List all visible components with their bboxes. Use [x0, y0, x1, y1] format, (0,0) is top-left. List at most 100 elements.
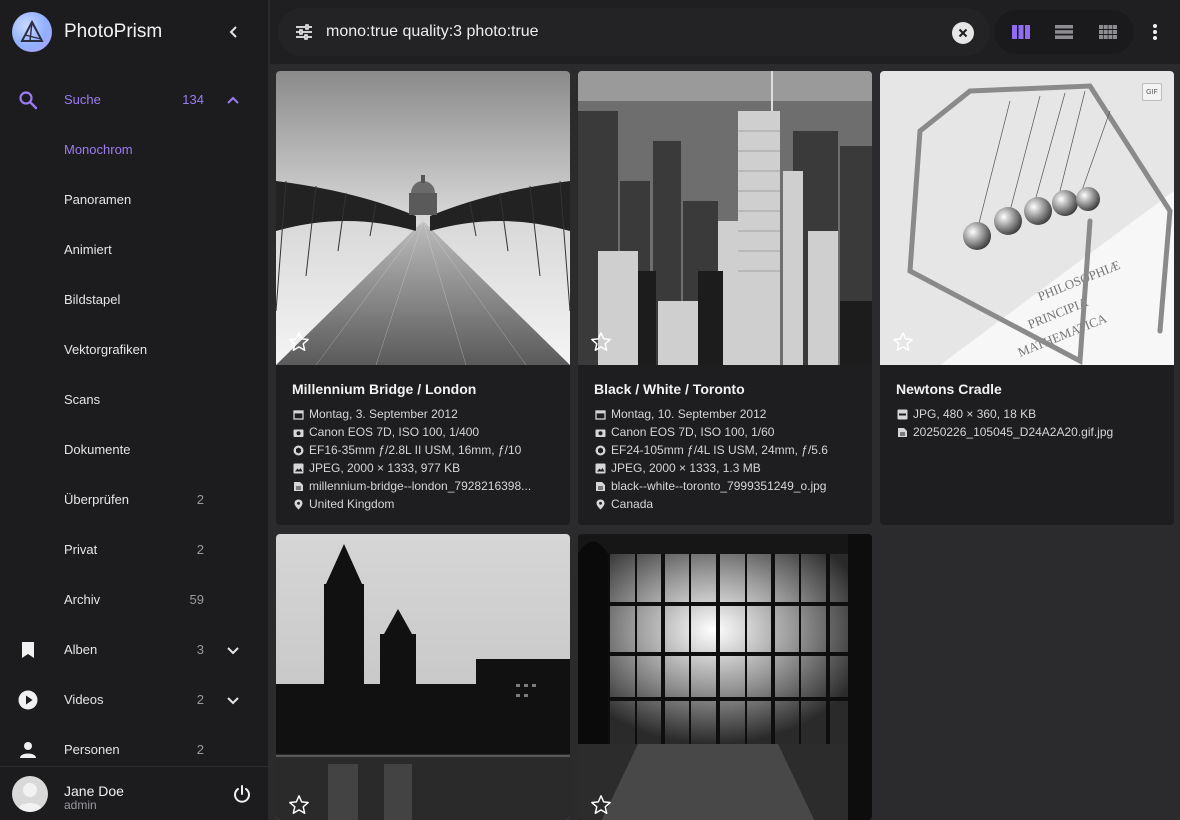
- photo-meta: Montag, 3. September 2012 Canon EOS 7D, I…: [292, 405, 562, 513]
- photo-meta-text: millennium-bridge--london_7928216398...: [309, 479, 532, 493]
- photo-meta-row: Montag, 3. September 2012: [292, 405, 562, 423]
- prism-logo-icon[interactable]: [12, 12, 52, 52]
- sidebar-item-label: Privat: [64, 542, 98, 557]
- photo-thumbnail[interactable]: [276, 71, 570, 365]
- view-mode-toggle: [994, 10, 1134, 54]
- photo-meta-row: EF16-35mm ƒ/2.8L II USM, 16mm, ƒ/10: [292, 441, 562, 459]
- photo-thumbnail[interactable]: [578, 534, 872, 820]
- photo-meta-text: JPG, 480 × 360, 18 KB: [913, 407, 1037, 421]
- photo-thumbnail[interactable]: [276, 534, 570, 820]
- photo-title[interactable]: Newtons Cradle: [896, 381, 1002, 397]
- sidebar-item-label: Panoramen: [64, 192, 132, 207]
- sidebar-item-count: 2: [196, 742, 204, 757]
- filter-settings-icon[interactable]: [292, 20, 316, 44]
- search-input[interactable]: [326, 22, 926, 42]
- photo-title[interactable]: Black / White / Toronto: [594, 381, 745, 397]
- gif-file-icon: [896, 408, 908, 420]
- mosaic-view-button[interactable]: [1096, 20, 1120, 44]
- photo-thumbnail[interactable]: [578, 71, 872, 365]
- more-options-button[interactable]: [1143, 20, 1167, 44]
- favorite-star-icon[interactable]: [288, 331, 310, 353]
- favorite-star-icon[interactable]: [590, 331, 612, 353]
- photo-title[interactable]: Millennium Bridge / London: [292, 381, 476, 397]
- sidebar-item-vektorgrafiken[interactable]: Vektorgrafiken: [0, 325, 268, 375]
- file-icon: [594, 480, 606, 492]
- sidebar-item-label: Suche: [64, 92, 101, 107]
- sidebar-item-count: 134: [182, 92, 204, 107]
- sidebar-item-privat[interactable]: Privat 2: [0, 525, 268, 575]
- sidebar-item-archiv[interactable]: Archiv 59: [0, 575, 268, 625]
- sidebar-item-scans[interactable]: Scans: [0, 375, 268, 425]
- favorite-star-icon[interactable]: [590, 794, 612, 816]
- sidebar: PhotoPrism Suche 134 Monochrom Panoramen Ani…: [0, 0, 269, 820]
- cards-view-button[interactable]: [1009, 20, 1033, 44]
- photo-meta-text: Canon EOS 7D, ISO 100, 1/60: [611, 425, 775, 439]
- person-icon: [16, 738, 40, 762]
- photo-meta: Montag, 10. September 2012 Canon EOS 7D, …: [594, 405, 864, 513]
- favorite-star-icon[interactable]: [288, 794, 310, 816]
- more-vertical-icon: [1153, 24, 1157, 40]
- photo-meta-text: 20250226_105045_D24A2A20.gif.jpg: [913, 425, 1114, 439]
- photo-meta: JPG, 480 × 360, 18 KB 20250226_105045_D24…: [896, 405, 1166, 441]
- sidebar-item-videos[interactable]: Videos 2: [0, 675, 268, 725]
- sidebar-item-monochrom[interactable]: Monochrom: [0, 125, 268, 175]
- search-icon: [16, 88, 40, 112]
- photo-thumbnail[interactable]: PHILOSOPHIÆ PRINCIPIA MATHEMATICA: [880, 71, 1174, 365]
- chevron-left-icon: [229, 26, 237, 38]
- app-title: PhotoPrism: [64, 21, 163, 42]
- sidebar-item-suche[interactable]: Suche 134: [0, 75, 268, 125]
- user-bar[interactable]: Jane Doe admin: [0, 766, 268, 820]
- sidebar-item-bildstapel[interactable]: Bildstapel: [0, 275, 268, 325]
- favorite-star-icon[interactable]: [892, 331, 914, 353]
- photo-card[interactable]: [276, 534, 570, 820]
- sidebar-item-label: Überprüfen: [64, 492, 130, 507]
- photo-card[interactable]: Black / White / Toronto Montag, 10. Sept…: [578, 71, 872, 525]
- image-icon: [594, 462, 606, 474]
- photo-meta-text: JPEG, 2000 × 1333, 977 KB: [309, 461, 461, 475]
- photo-meta-text: black--white--toronto_7999351249_o.jpg: [611, 479, 827, 493]
- sidebar-item-label: Animiert: [64, 242, 112, 257]
- photo-meta-text: Canon EOS 7D, ISO 100, 1/400: [309, 425, 480, 439]
- sidebar-item-count: 2: [196, 692, 204, 707]
- sidebar-item-label: Personen: [64, 742, 120, 757]
- user-role: admin: [64, 798, 97, 812]
- chevron-down-icon[interactable]: [221, 638, 245, 662]
- avatar[interactable]: [12, 776, 48, 812]
- chevron-up-icon[interactable]: [221, 88, 245, 112]
- photo-meta-text: United Kingdom: [309, 497, 395, 511]
- photo-card[interactable]: Millennium Bridge / London Montag, 3. Se…: [276, 71, 570, 525]
- view-mosaic-icon: [1099, 25, 1117, 39]
- sidebar-item-panoramen[interactable]: Panoramen: [0, 175, 268, 225]
- sidebar-item-animiert[interactable]: Animiert: [0, 225, 268, 275]
- sidebar-item-überprüfen[interactable]: Überprüfen 2: [0, 475, 268, 525]
- top-toolbar: [270, 0, 1180, 64]
- file-icon: [896, 426, 908, 438]
- photo-meta-row: JPEG, 2000 × 1333, 1.3 MB: [594, 459, 864, 477]
- sidebar-item-label: Dokumente: [64, 442, 131, 457]
- sidebar-item-count: 59: [189, 592, 204, 607]
- view-cards-icon: [1012, 25, 1030, 39]
- sidebar-item-count: 3: [196, 642, 204, 657]
- aperture-icon: [594, 444, 606, 456]
- location-pin-icon: [594, 498, 606, 510]
- collapse-sidebar-button[interactable]: [222, 20, 246, 44]
- photo-meta-row: millennium-bridge--london_7928216398...: [292, 477, 562, 495]
- sidebar-item-alben[interactable]: Alben 3: [0, 625, 268, 675]
- clear-search-button[interactable]: [952, 22, 974, 44]
- aperture-icon: [292, 444, 304, 456]
- logout-button[interactable]: [230, 782, 254, 806]
- sidebar-item-dokumente[interactable]: Dokumente: [0, 425, 268, 475]
- bookmark-icon: [16, 638, 40, 662]
- photo-meta-text: JPEG, 2000 × 1333, 1.3 MB: [611, 461, 761, 475]
- sidebar-item-label: Videos: [64, 692, 104, 707]
- calendar-icon: [594, 408, 606, 420]
- user-name: Jane Doe: [64, 783, 124, 799]
- photo-meta-row: JPEG, 2000 × 1333, 977 KB: [292, 459, 562, 477]
- photo-meta-row: Canon EOS 7D, ISO 100, 1/60: [594, 423, 864, 441]
- photo-card[interactable]: [578, 534, 872, 820]
- close-icon: [958, 28, 968, 38]
- chevron-down-icon[interactable]: [221, 688, 245, 712]
- sidebar-item-label: Archiv: [64, 592, 101, 607]
- list-view-button[interactable]: [1052, 20, 1076, 44]
- photo-card[interactable]: PHILOSOPHIÆ PRINCIPIA MATHEMATICA GIF Ne…: [880, 71, 1174, 525]
